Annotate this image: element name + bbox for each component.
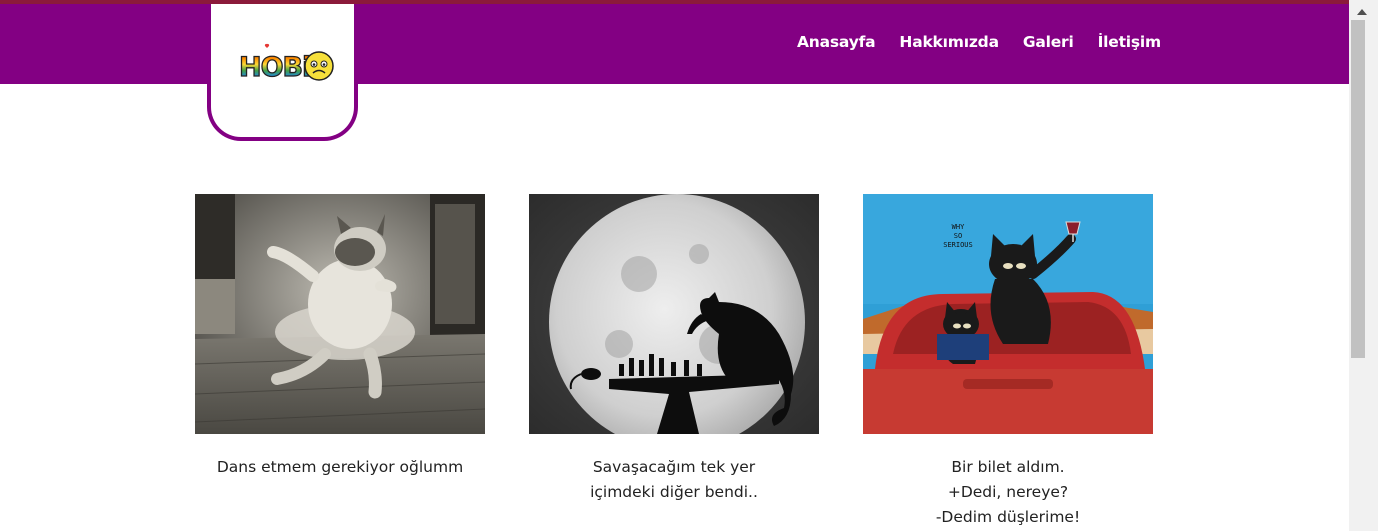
gallery-caption: Bir bilet aldım. +Dedi, nereye? -Dedim d… <box>863 455 1153 530</box>
painting-text: WHY <box>952 223 965 231</box>
painting-text: SO <box>954 232 962 240</box>
main-nav: Anasayfa Hakkımızda Galeri İletişim <box>797 33 1161 51</box>
caption-line: Dans etmem gerekiyor oğlumm <box>216 458 464 476</box>
scrollbar-thumb[interactable] <box>1351 20 1365 358</box>
painting-text: SERIOUS <box>943 241 973 249</box>
gallery-card: Dans etmem gerekiyor oğlumm <box>195 194 485 480</box>
caption-line: -Dedim düşlerime! <box>935 508 1081 526</box>
heart-icon <box>264 43 270 48</box>
nav-link-about[interactable]: Hakkımızda <box>899 33 999 51</box>
gallery-card: Savaşacağım tek yer içimdeki diğer bendi… <box>529 194 819 505</box>
logo-text: HOBi <box>239 52 310 83</box>
gallery-caption: Savaşacağım tek yer içimdeki diğer bendi… <box>529 455 819 505</box>
caption-line: Bir bilet aldım. <box>951 458 1065 476</box>
nav-link-contact[interactable]: İletişim <box>1098 33 1162 51</box>
gallery-caption: Dans etmem gerekiyor oğlumm <box>195 455 485 480</box>
caption-line: içimdeki diğer bendi.. <box>590 483 758 501</box>
gallery-image-cats-red-car[interactable]: WHY SO SERIOUS <box>863 194 1153 434</box>
gallery-image-dancing-cat[interactable] <box>195 194 485 434</box>
caption-line: Savaşacağım tek yer <box>592 458 756 476</box>
nav-link-gallery[interactable]: Galeri <box>1023 33 1074 51</box>
logo-container[interactable]: HOBi <box>207 4 358 141</box>
sad-face-icon <box>304 51 334 81</box>
caption-line: +Dedi, nereye? <box>947 483 1069 501</box>
scroll-up-arrow-icon[interactable] <box>1349 4 1378 20</box>
site-logo[interactable]: HOBi <box>237 40 335 88</box>
gallery-card: WHY SO SERIOUS Bir bilet aldım. +Dedi, n… <box>863 194 1153 530</box>
gallery-image-chess-moon-cat[interactable] <box>529 194 819 434</box>
nav-link-home[interactable]: Anasayfa <box>797 33 876 51</box>
